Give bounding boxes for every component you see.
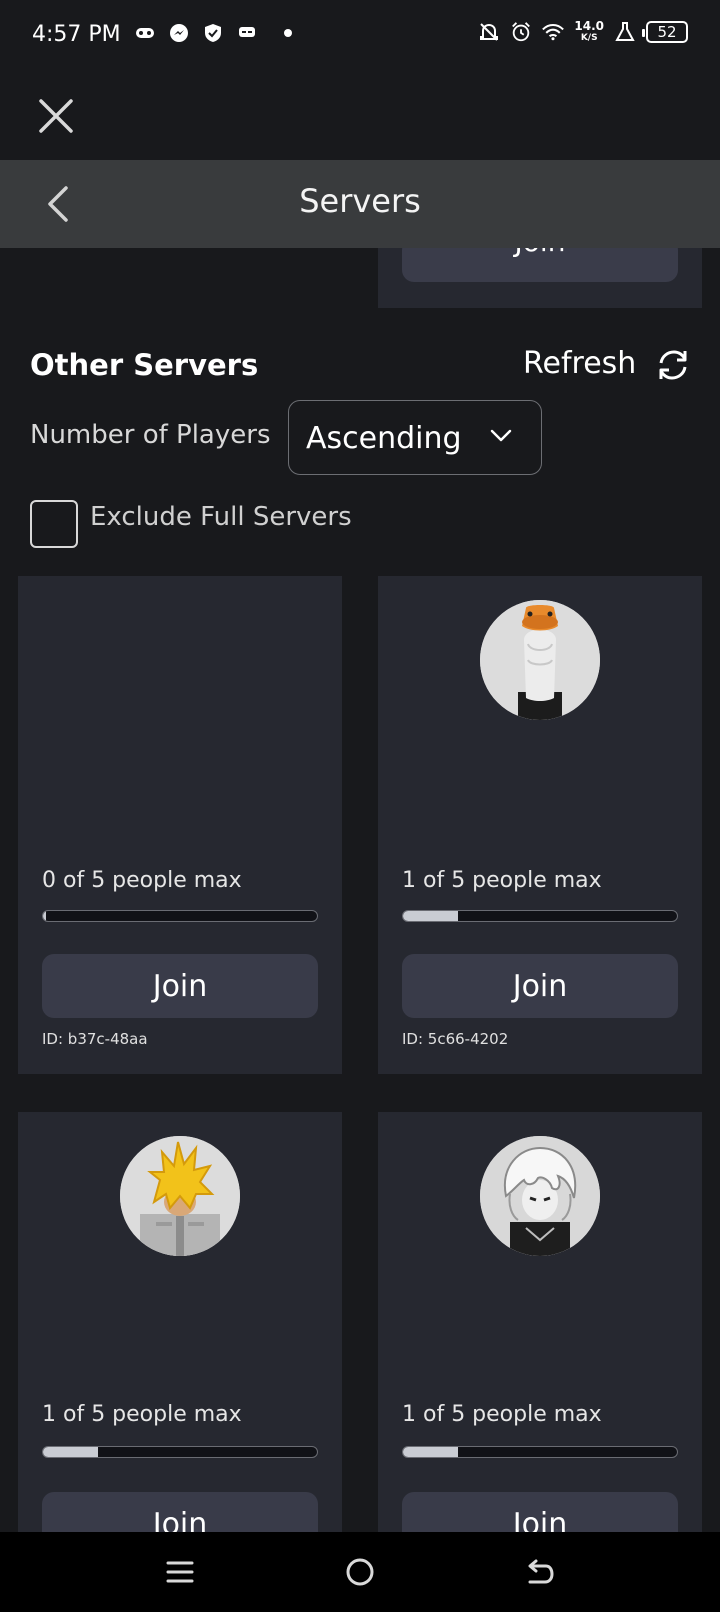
player-count: 1 of 5 people max bbox=[402, 868, 602, 893]
join-button[interactable]: Join bbox=[402, 954, 678, 1018]
server-id: ID: 5c66-4202 bbox=[402, 1030, 509, 1048]
white-hair-avatar-icon bbox=[480, 1136, 600, 1256]
bell-off-icon bbox=[478, 21, 500, 43]
exclude-full-servers-checkbox[interactable] bbox=[30, 500, 78, 548]
back-arrow-icon bbox=[528, 1559, 554, 1584]
home-button[interactable] bbox=[342, 1554, 378, 1590]
join-button[interactable]: Join bbox=[42, 954, 318, 1018]
battery-indicator: 52 bbox=[642, 21, 688, 43]
notification-icons bbox=[134, 22, 292, 44]
server-card: 1 of 5 people max Join ID: 5c66-4202 bbox=[378, 576, 702, 1074]
sort-dropdown[interactable]: Ascending bbox=[288, 400, 542, 475]
status-bar: 4:57 PM 14.0 K/S 52 bbox=[0, 0, 720, 72]
capacity-bar-fill bbox=[43, 1447, 98, 1457]
exclude-full-servers-label: Exclude Full Servers bbox=[90, 502, 352, 532]
sort-selected-value: Ascending bbox=[306, 421, 462, 456]
spiky-hair-avatar-icon bbox=[120, 1136, 240, 1256]
refresh-icon[interactable] bbox=[656, 348, 690, 382]
player-avatar[interactable] bbox=[480, 600, 600, 720]
capacity-bar bbox=[402, 910, 678, 922]
sort-label: Number of Players bbox=[30, 420, 271, 450]
system-navigation-bar bbox=[0, 1532, 720, 1612]
player-avatar[interactable] bbox=[480, 1136, 600, 1256]
close-button[interactable] bbox=[36, 96, 76, 136]
chat-icon bbox=[236, 22, 258, 44]
recents-button[interactable] bbox=[162, 1554, 198, 1590]
player-count: 1 of 5 people max bbox=[402, 1402, 602, 1427]
shield-icon bbox=[202, 22, 224, 44]
player-count: 0 of 5 people max bbox=[42, 868, 242, 893]
capacity-bar bbox=[42, 910, 318, 922]
messenger-icon bbox=[168, 22, 190, 44]
game-controller-icon bbox=[134, 22, 156, 44]
page-title: Servers bbox=[299, 182, 421, 220]
server-id: ID: b37c-48aa bbox=[42, 1030, 148, 1048]
capacity-bar-fill bbox=[403, 1447, 458, 1457]
capacity-bar-fill bbox=[43, 911, 46, 921]
more-notifications-dot bbox=[284, 29, 292, 37]
join-button[interactable]: Join bbox=[42, 1492, 318, 1532]
alarm-icon bbox=[510, 21, 532, 43]
system-icons: 14.0 K/S 52 bbox=[478, 20, 688, 44]
goose-avatar-icon bbox=[480, 600, 600, 720]
back-nav-button[interactable] bbox=[522, 1554, 558, 1590]
page-header: Servers bbox=[0, 160, 720, 248]
refresh-button[interactable]: Refresh bbox=[523, 346, 636, 381]
server-card-partial: Join bbox=[378, 238, 702, 308]
home-circle-icon bbox=[346, 1558, 374, 1586]
server-card: 0 of 5 people max Join ID: b37c-48aa bbox=[18, 576, 342, 1074]
capacity-bar bbox=[402, 1446, 678, 1458]
section-title: Other Servers bbox=[30, 348, 259, 382]
status-time: 4:57 PM bbox=[32, 22, 121, 47]
flask-icon bbox=[614, 21, 636, 43]
capacity-bar bbox=[42, 1446, 318, 1458]
close-icon bbox=[39, 99, 73, 133]
chevron-down-icon bbox=[490, 429, 512, 442]
server-card: 1 of 5 people max Join bbox=[378, 1112, 702, 1532]
wifi-icon bbox=[542, 21, 565, 43]
player-count: 1 of 5 people max bbox=[42, 1402, 242, 1427]
capacity-bar-fill bbox=[403, 911, 458, 921]
network-speed: 14.0 K/S bbox=[574, 19, 604, 43]
player-avatar[interactable] bbox=[120, 1136, 240, 1256]
menu-icon bbox=[166, 1561, 194, 1583]
join-button[interactable]: Join bbox=[402, 1492, 678, 1532]
server-card: 1 of 5 people max Join bbox=[18, 1112, 342, 1532]
